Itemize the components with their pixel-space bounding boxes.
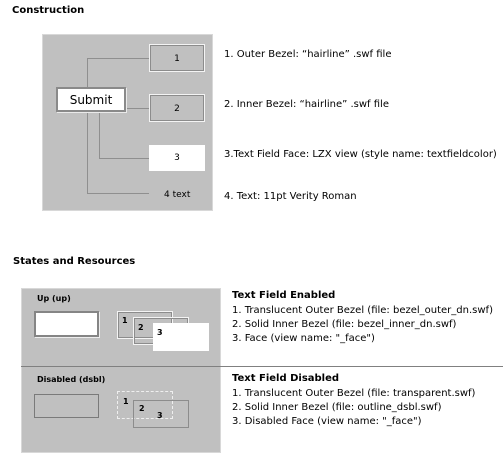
disabled-state-label: Disabled (dsbl)	[37, 375, 106, 384]
connector-outer-to-text	[87, 193, 149, 194]
submit-sample: Submit	[56, 87, 126, 112]
enabled-layer-3-number: 3	[157, 328, 163, 337]
construction-panel: Submit 1 2 3 4 text	[42, 34, 213, 211]
disabled-line-2: 2. Solid Inner Bezel (file: outline_dsbl…	[232, 402, 442, 413]
connector-outer-to-box-1	[87, 58, 149, 59]
text-field-face-box: 3	[149, 145, 205, 171]
enabled-layer-2-number: 2	[138, 323, 144, 332]
disabled-line-3: 3. Disabled Face (view name: "_face")	[232, 416, 422, 427]
disabled-layer-3-number: 3	[157, 411, 163, 420]
outer-bezel-box: 1	[149, 44, 205, 72]
connector-inner-vertical	[99, 108, 100, 158]
text-sample-label: 4 text	[164, 190, 191, 200]
enabled-field-sample	[34, 311, 99, 337]
enabled-line-3: 3. Face (view name: "_face")	[232, 333, 375, 344]
enabled-title: Text Field Enabled	[232, 290, 336, 301]
enabled-line-2: 2. Solid Inner Bezel (file: bezel_inner_…	[232, 319, 457, 330]
states-panel: Up (up) 1 2 3 Disabled (dsbl) 1 2 3	[21, 288, 221, 453]
disabled-line-1: 1. Translucent Outer Bezel (file: transp…	[232, 388, 476, 399]
construction-description-3: 3.Text Field Face: LZX view (style name:…	[224, 149, 497, 160]
enabled-state-label: Up (up)	[37, 294, 71, 303]
states-divider	[21, 366, 503, 367]
disabled-title: Text Field Disabled	[232, 373, 340, 384]
disabled-layer-2-number: 2	[139, 404, 145, 413]
inner-bezel-box: 2	[149, 94, 205, 122]
construction-description-4: 4. Text: 11pt Verity Roman	[224, 191, 357, 202]
connector-outer-vertical	[87, 58, 88, 194]
disabled-field-sample	[34, 394, 99, 418]
construction-heading: Construction	[12, 5, 85, 16]
enabled-line-1: 1. Translucent Outer Bezel (file: bezel_…	[232, 305, 493, 316]
disabled-layer-1-number: 1	[123, 397, 129, 406]
connector-inner-to-box-3	[99, 158, 149, 159]
construction-description-2: 2. Inner Bezel: “hairline” .swf file	[224, 99, 389, 110]
states-heading: States and Resources	[13, 256, 136, 267]
construction-description-1: 1. Outer Bezel: “hairline” .swf file	[224, 49, 392, 60]
enabled-layer-1-number: 1	[122, 316, 128, 325]
